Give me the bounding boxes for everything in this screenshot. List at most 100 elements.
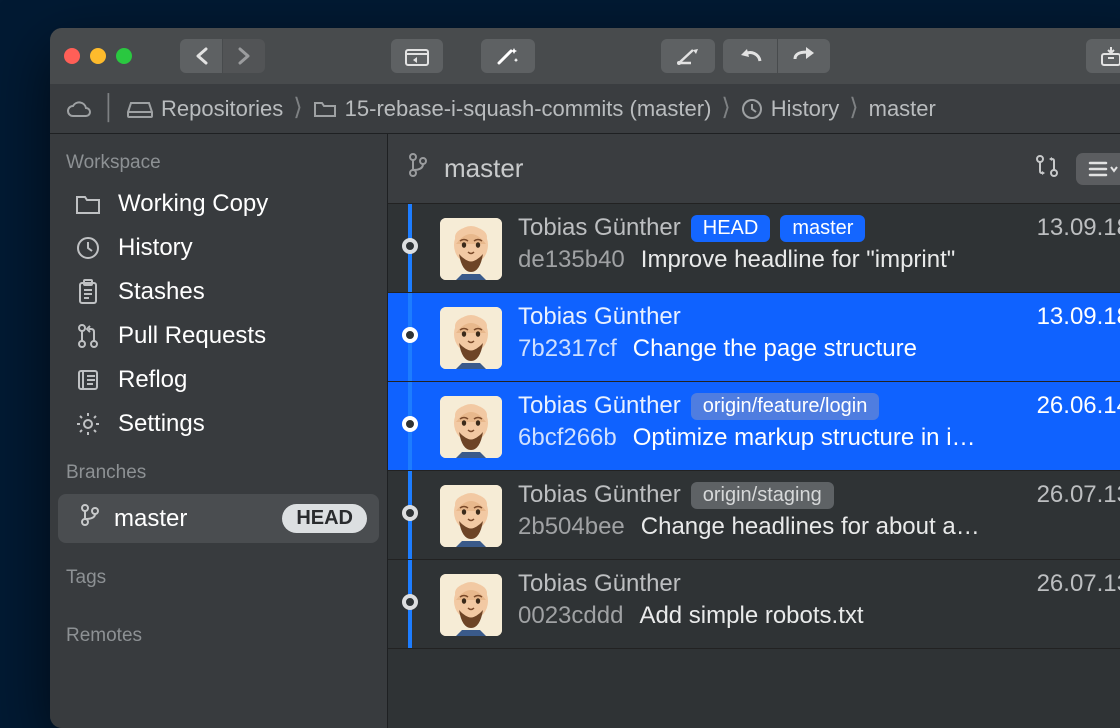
- sidebar-section-tags: Tags: [50, 561, 387, 597]
- commit-node: [402, 594, 418, 610]
- sidebar-item-label: History: [118, 234, 193, 262]
- graph-column: [388, 570, 432, 610]
- folder-icon: [72, 193, 104, 215]
- undo-button[interactable]: [723, 39, 777, 73]
- commit-date: 26.07.13: [1037, 481, 1120, 509]
- commit-message: Optimize markup structure in i…: [633, 424, 976, 452]
- breadcrumb-repo-label: 15-rebase-i-squash-commits (master): [345, 96, 712, 122]
- undo-redo-group: [723, 39, 830, 73]
- clock-icon: [72, 236, 104, 260]
- clock-icon: [741, 98, 763, 120]
- commit-row[interactable]: Tobias Günther13.09.187b2317cfChange the…: [388, 293, 1120, 382]
- sidebar-item-working-copy[interactable]: Working Copy: [50, 182, 387, 226]
- commit-row[interactable]: Tobias Güntherorigin/feature/login26.06.…: [388, 382, 1120, 471]
- commit-node: [402, 505, 418, 521]
- sidebar-item-reflog[interactable]: Reflog: [50, 358, 387, 402]
- open-icon: [405, 46, 429, 66]
- avatar: [440, 307, 502, 369]
- commit-date: 26.07.13: [1037, 570, 1120, 598]
- chevron-icon: ⟩: [849, 93, 858, 122]
- folder-icon: [313, 100, 337, 118]
- sidebar-item-settings[interactable]: Settings: [50, 402, 387, 446]
- commit-row[interactable]: Tobias Günther origin/staging 26.07.13 2b50…: [388, 471, 1120, 560]
- wand-icon: [495, 45, 521, 67]
- close-window[interactable]: [64, 48, 80, 64]
- commit-list: Tobias GüntherHEADmaster13.09.18de135b40…: [388, 204, 1120, 728]
- breadcrumb-branch-label: master: [869, 96, 936, 122]
- breadcrumb-cloud[interactable]: [66, 100, 92, 118]
- current-branch-label: master: [444, 153, 523, 184]
- main-panel: master Tobias GüntherHEADmaster13.09.18d…: [388, 134, 1120, 728]
- minimize-window[interactable]: [90, 48, 106, 64]
- sidebar-section-remotes: Remotes: [50, 619, 387, 655]
- ref-badge: master: [780, 215, 865, 242]
- commit-message: Improve headline for "imprint": [641, 246, 956, 274]
- breadcrumb-repos[interactable]: Repositories: [127, 96, 283, 122]
- commit-message: Add simple robots.txt: [639, 602, 863, 630]
- graph-column: [388, 303, 432, 343]
- sidebar-item-pull-requests[interactable]: Pull Requests: [50, 314, 387, 358]
- app-window: │ Repositories ⟩ 15-rebase-i-squash-comm…: [50, 28, 1120, 728]
- nav-back-button[interactable]: [180, 39, 222, 73]
- chevron-icon: ⟩: [721, 93, 730, 122]
- compare-icon[interactable]: [1034, 153, 1060, 184]
- commit-hash: 2b504bee: [518, 513, 625, 541]
- commit-list-header: master: [388, 134, 1120, 204]
- clipboard-icon: [72, 279, 104, 305]
- nav-forward-button[interactable]: [223, 39, 265, 73]
- open-button[interactable]: [391, 39, 443, 73]
- sidebar-item-label: Reflog: [118, 366, 187, 394]
- pr-icon: [72, 323, 104, 349]
- sidebar-item-stashes[interactable]: Stashes: [50, 270, 387, 314]
- head-badge: HEAD: [282, 504, 367, 533]
- sidebar-section-branches: Branches: [50, 456, 387, 492]
- graph-column: [388, 214, 432, 254]
- view-mode-button[interactable]: [1076, 153, 1120, 185]
- commit-node: [402, 238, 418, 254]
- branch-icon: [408, 152, 428, 185]
- breadcrumb-repos-label: Repositories: [161, 96, 283, 122]
- breadcrumb: │ Repositories ⟩ 15-rebase-i-squash-comm…: [50, 84, 1120, 134]
- list-icon: [1088, 160, 1118, 178]
- avatar: [440, 574, 502, 636]
- breadcrumb-branch[interactable]: master: [869, 96, 936, 122]
- sidebar-branch-master[interactable]: master HEAD: [58, 494, 379, 543]
- ref-badge: origin/staging: [691, 482, 834, 509]
- commit-row[interactable]: Tobias Günther 26.07.13 0023cddd Add simple…: [388, 560, 1120, 649]
- sidebar-item-label: Stashes: [118, 278, 205, 306]
- separator-icon: │: [102, 94, 117, 122]
- commit-author: Tobias Günther: [518, 214, 681, 242]
- sidebar-branch-label: master: [114, 505, 187, 533]
- content: Workspace Working CopyHistoryStashesPull…: [50, 134, 1120, 728]
- commit-hash: 6bcf266b: [518, 424, 617, 452]
- breadcrumb-repo[interactable]: 15-rebase-i-squash-commits (master): [313, 96, 712, 122]
- stash-icon: [1100, 45, 1120, 67]
- avatar: [440, 396, 502, 458]
- rebase-button[interactable]: [661, 39, 715, 73]
- share-button[interactable]: [778, 39, 830, 73]
- sidebar-item-label: Pull Requests: [118, 322, 266, 350]
- commit-date: 26.06.14: [1037, 392, 1120, 420]
- drive-icon: [127, 100, 153, 118]
- nav-back-forward: [180, 39, 265, 73]
- sidebar-item-label: Settings: [118, 410, 205, 438]
- breadcrumb-history-label: History: [771, 96, 839, 122]
- avatar: [440, 218, 502, 280]
- share-icon: [792, 46, 816, 66]
- sidebar-item-history[interactable]: History: [50, 226, 387, 270]
- commit-author: Tobias Günther: [518, 481, 681, 509]
- ref-badge: HEAD: [691, 215, 771, 242]
- zoom-window[interactable]: [116, 48, 132, 64]
- avatar: [440, 485, 502, 547]
- commit-author: Tobias Günther: [518, 570, 681, 598]
- commit-date: 13.09.18: [1037, 214, 1120, 242]
- magic-button[interactable]: [481, 39, 535, 73]
- breadcrumb-history[interactable]: History: [741, 96, 839, 122]
- titlebar: [50, 28, 1120, 84]
- ref-badge: origin/feature/login: [691, 393, 880, 420]
- stash-button[interactable]: [1086, 39, 1120, 73]
- commit-message: Change headlines for about a…: [641, 513, 980, 541]
- commit-hash: 0023cddd: [518, 602, 623, 630]
- gear-icon: [72, 411, 104, 437]
- commit-row[interactable]: Tobias GüntherHEADmaster13.09.18de135b40…: [388, 204, 1120, 293]
